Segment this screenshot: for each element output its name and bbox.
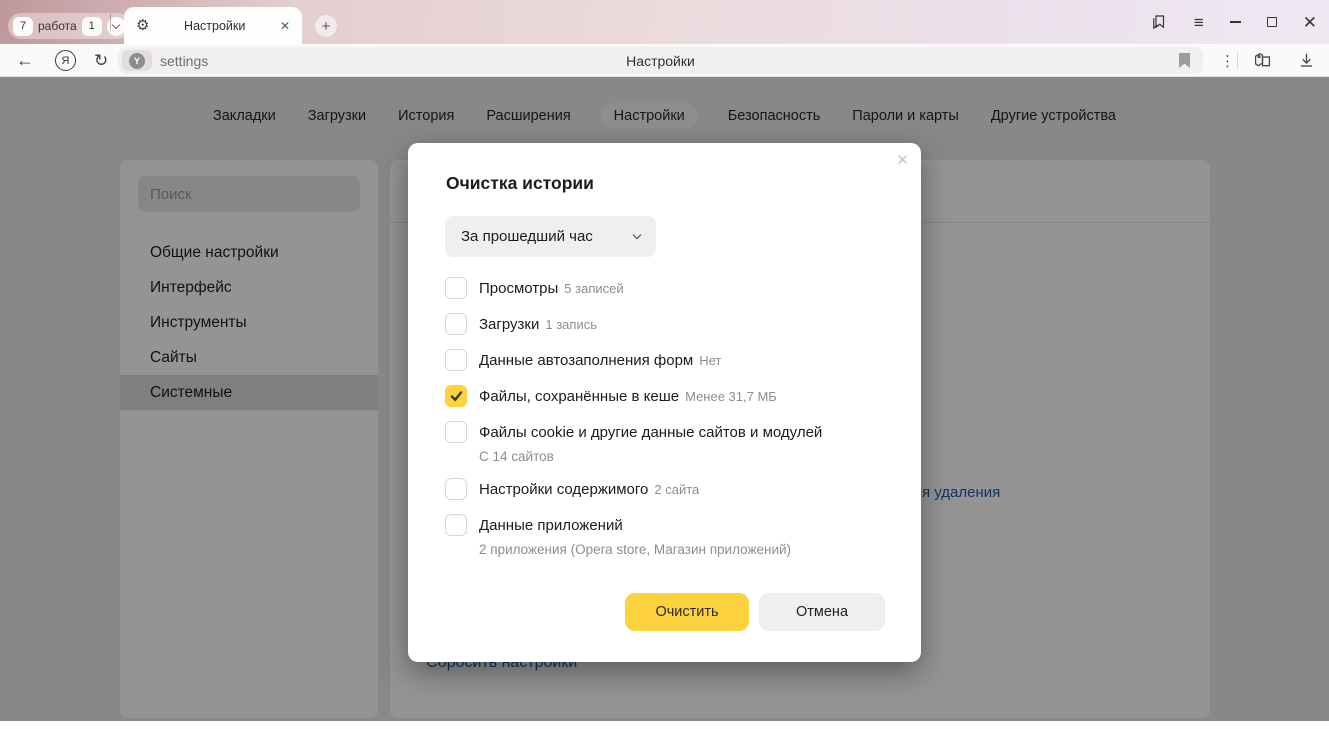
item-label: Просмотры5 записей xyxy=(479,277,624,300)
checkbox-cache[interactable] xyxy=(445,385,467,407)
tab-close-icon[interactable]: ✕ xyxy=(280,19,290,33)
list-item: Файлы, сохранённые в кешеМенее 31,7 МБ xyxy=(445,385,883,408)
list-item: Просмотры5 записей xyxy=(445,277,883,300)
minimize-button[interactable] xyxy=(1230,21,1241,23)
yandex-logo-icon: Я xyxy=(55,50,76,71)
dialog-close-icon[interactable]: ✕ xyxy=(896,151,909,169)
back-button[interactable]: ← xyxy=(16,44,34,77)
clear-button[interactable]: Очистить xyxy=(625,593,749,631)
browser-toolbar: ← Я ↻ Y settings Настройки ⋮ xyxy=(0,44,1329,77)
dialog-checklist: Просмотры5 записей Загрузки1 запись Данн… xyxy=(445,277,883,571)
clear-history-dialog: ✕ Очистка истории За прошедший час Просм… xyxy=(408,143,921,662)
time-range-value: За прошедший час xyxy=(461,228,593,245)
tab-group-active-badge: 1 xyxy=(82,17,102,36)
dialog-title: Очистка истории xyxy=(446,173,594,194)
new-tab-button[interactable]: + xyxy=(315,15,337,37)
tab-group-count-badge: 7 xyxy=(13,17,33,36)
item-count: 5 записей xyxy=(564,281,623,296)
checkbox-cookies[interactable] xyxy=(445,421,467,443)
maximize-button[interactable] xyxy=(1267,17,1277,27)
item-label: Загрузки1 запись xyxy=(479,313,597,336)
item-label: Файлы cookie и другие данные сайтов и мо… xyxy=(479,421,822,444)
minimize-icon xyxy=(1230,21,1241,23)
tab-strip: 7 работа 1 ⚙ Настройки ✕ + ≡ ✕ xyxy=(0,0,1329,44)
site-badge-icon: Y xyxy=(129,53,145,69)
checkbox-autofill[interactable] xyxy=(445,349,467,371)
item-subtext: С 14 сайтов xyxy=(479,448,883,466)
item-count: 1 запись xyxy=(545,317,597,332)
bookmark-icon[interactable] xyxy=(1178,53,1191,68)
item-label: Данные автозаполнения формНет xyxy=(479,349,721,372)
url-text: settings xyxy=(160,47,208,74)
active-tab[interactable]: ⚙ Настройки ✕ xyxy=(124,7,302,44)
tab-group-name: работа xyxy=(38,19,77,33)
item-count: 2 сайта xyxy=(654,482,699,497)
kebab-menu-icon[interactable]: ⋮ xyxy=(1220,44,1235,77)
chevron-down-icon xyxy=(633,231,641,239)
list-item: Настройки содержимого2 сайта xyxy=(445,478,883,501)
list-item: Данные автозаполнения формНет xyxy=(445,349,883,372)
list-item: Файлы cookie и другие данные сайтов и мо… xyxy=(445,421,883,444)
item-label: Данные приложений xyxy=(479,514,623,537)
toolbar-separator xyxy=(1237,52,1238,69)
address-bar[interactable]: Y settings Настройки xyxy=(118,47,1203,74)
chevron-down-icon xyxy=(112,20,120,28)
dialog-buttons: Очистить Отмена xyxy=(625,593,885,631)
cancel-button[interactable]: Отмена xyxy=(759,593,885,631)
collections-icon[interactable] xyxy=(1252,44,1273,77)
omnibox-page-title: Настройки xyxy=(626,47,695,74)
item-label: Настройки содержимого2 сайта xyxy=(479,478,699,501)
checkbox-downloads[interactable] xyxy=(445,313,467,335)
tab-strip-separator xyxy=(110,14,111,30)
site-badge[interactable]: Y xyxy=(122,50,152,71)
browser-window: 7 работа 1 ⚙ Настройки ✕ + ≡ ✕ ← Я xyxy=(0,0,1329,729)
checkbox-browsing[interactable] xyxy=(445,277,467,299)
maximize-icon xyxy=(1267,17,1277,27)
list-item: Данные приложений xyxy=(445,514,883,537)
time-range-select[interactable]: За прошедший час xyxy=(445,216,656,257)
tab-group-pill[interactable]: 7 работа 1 xyxy=(8,13,131,39)
list-item: Загрузки1 запись xyxy=(445,313,883,336)
bookmarks-panel-icon[interactable] xyxy=(1150,13,1168,31)
item-label: Файлы, сохранённые в кешеМенее 31,7 МБ xyxy=(479,385,777,408)
yandex-home-button[interactable]: Я xyxy=(55,44,76,77)
item-subtext: 2 приложения (Opera store, Магазин прило… xyxy=(479,541,883,559)
tab-title: Настройки xyxy=(149,19,279,33)
download-icon[interactable] xyxy=(1298,44,1315,77)
refresh-button[interactable]: ↻ xyxy=(94,44,108,77)
checkbox-app-data[interactable] xyxy=(445,514,467,536)
hamburger-menu-icon[interactable]: ≡ xyxy=(1194,14,1204,31)
item-count: Менее 31,7 МБ xyxy=(685,389,777,404)
gear-icon: ⚙ xyxy=(136,18,149,33)
checkbox-content-settings[interactable] xyxy=(445,478,467,500)
window-close-button[interactable]: ✕ xyxy=(1303,14,1317,31)
item-count: Нет xyxy=(699,353,721,368)
